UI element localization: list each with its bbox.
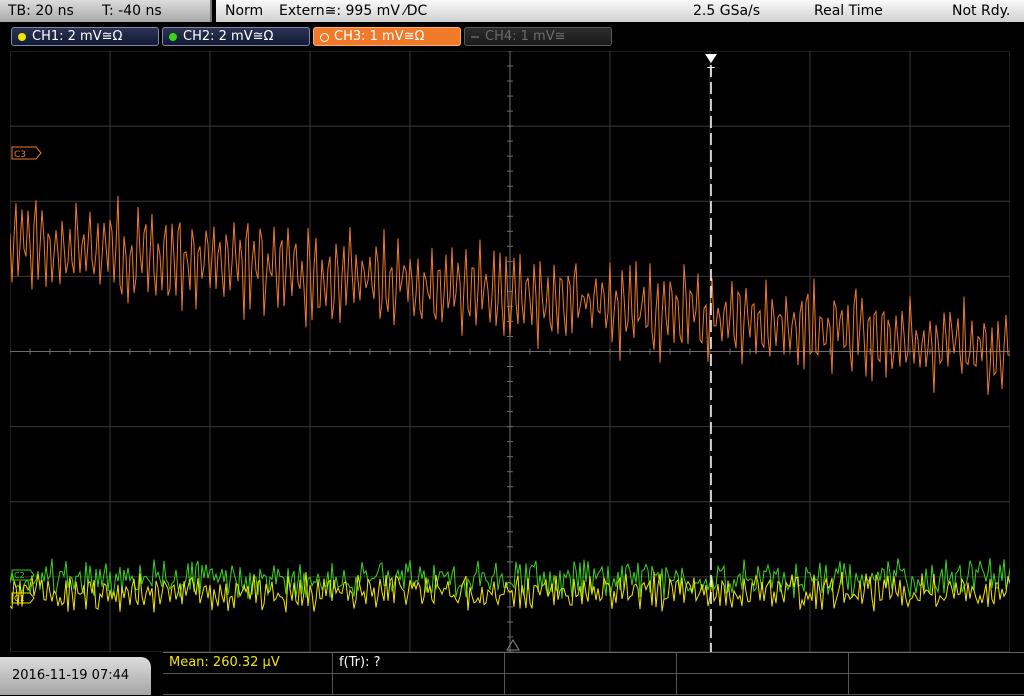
measurement-slot-8[interactable] bbox=[505, 674, 677, 695]
ch3-color-icon bbox=[320, 33, 329, 42]
ch4-off-icon bbox=[471, 36, 479, 38]
trigger-offset-label: T: -40 ns bbox=[102, 3, 162, 19]
ch3-label: CH3: 1 mV≅Ω bbox=[334, 29, 425, 44]
bottom-bar: 2016-11-19 07:44 Mean: 260.32 µV f(Tr): … bbox=[0, 652, 1024, 695]
ch1-color-icon bbox=[18, 33, 26, 41]
measurement-slot-3[interactable] bbox=[505, 653, 677, 674]
acquisition-status-bar[interactable]: Norm Extern≅: 995 mV ⁄DC 2.5 GSa/s Real … bbox=[216, 0, 1024, 22]
ch2-label: CH2: 2 mV≅Ω bbox=[183, 29, 274, 44]
acquisition-mode: Real Time bbox=[814, 3, 883, 19]
tab-ch2[interactable]: CH2: 2 mV≅Ω bbox=[162, 27, 310, 46]
datetime-box: 2016-11-19 07:44 bbox=[0, 657, 151, 695]
graticule bbox=[9, 50, 1011, 653]
measurement-panel[interactable]: Mean: 260.32 µV f(Tr): ? bbox=[163, 652, 1024, 696]
trigger-marker-label: T bbox=[706, 65, 715, 79]
mean-measurement[interactable]: Mean: 260.32 µV bbox=[163, 653, 333, 674]
horizontal-position-icon bbox=[506, 639, 520, 651]
ch2-color-icon bbox=[169, 33, 177, 41]
ch1-label: CH1: 2 mV≅Ω bbox=[32, 29, 123, 44]
top-bar: TB: 20 ns T: -40 ns Norm Extern≅: 995 mV… bbox=[0, 0, 1024, 24]
measurement-slot-9[interactable] bbox=[677, 674, 849, 695]
ch2-offset-marker[interactable]: C2 bbox=[11, 569, 35, 581]
tab-ch1[interactable]: CH1: 2 mV≅Ω bbox=[11, 27, 159, 46]
measurement-slot-7[interactable] bbox=[333, 674, 505, 695]
measurement-slot-4[interactable] bbox=[677, 653, 849, 674]
waveform-canvas: T C3 C2 C1 bbox=[9, 50, 1011, 653]
frequency-measurement[interactable]: f(Tr): ? bbox=[333, 653, 505, 674]
sample-rate: 2.5 GSa/s bbox=[693, 3, 761, 19]
tab-ch3[interactable]: CH3: 1 mV≅Ω bbox=[313, 27, 461, 46]
measurement-slot-6[interactable] bbox=[163, 674, 333, 695]
timebase-box[interactable]: TB: 20 ns T: -40 ns bbox=[0, 0, 212, 22]
ch1-offset-marker[interactable]: C1 bbox=[11, 592, 35, 604]
trigger-position-marker[interactable]: T bbox=[705, 54, 717, 652]
waveform-display[interactable]: T C3 C2 C1 bbox=[9, 50, 1011, 653]
ch1-marker-label: C1 bbox=[14, 594, 25, 603]
ch3-offset-marker[interactable]: C3 bbox=[11, 146, 42, 160]
datetime-label: 2016-11-19 07:44 bbox=[12, 668, 130, 683]
trigger-mode: Norm bbox=[225, 3, 264, 19]
tab-ch4[interactable]: CH4: 1 mV≅ bbox=[464, 27, 612, 46]
ch3-marker-label: C3 bbox=[14, 150, 26, 160]
trigger-source: Extern≅: 995 mV ⁄DC bbox=[279, 3, 428, 19]
ch2-marker-label: C2 bbox=[14, 571, 25, 580]
timebase-label: TB: 20 ns bbox=[8, 3, 74, 19]
measurement-slot-10[interactable] bbox=[849, 674, 1024, 695]
run-state: Not Rdy. bbox=[952, 3, 1011, 19]
measurement-slot-5[interactable] bbox=[849, 653, 1024, 674]
channel-tabs: CH1: 2 mV≅Ω CH2: 2 mV≅Ω CH3: 1 mV≅Ω CH4:… bbox=[0, 24, 1024, 50]
ch4-label: CH4: 1 mV≅ bbox=[485, 29, 566, 44]
trigger-arrow-icon bbox=[705, 54, 717, 63]
